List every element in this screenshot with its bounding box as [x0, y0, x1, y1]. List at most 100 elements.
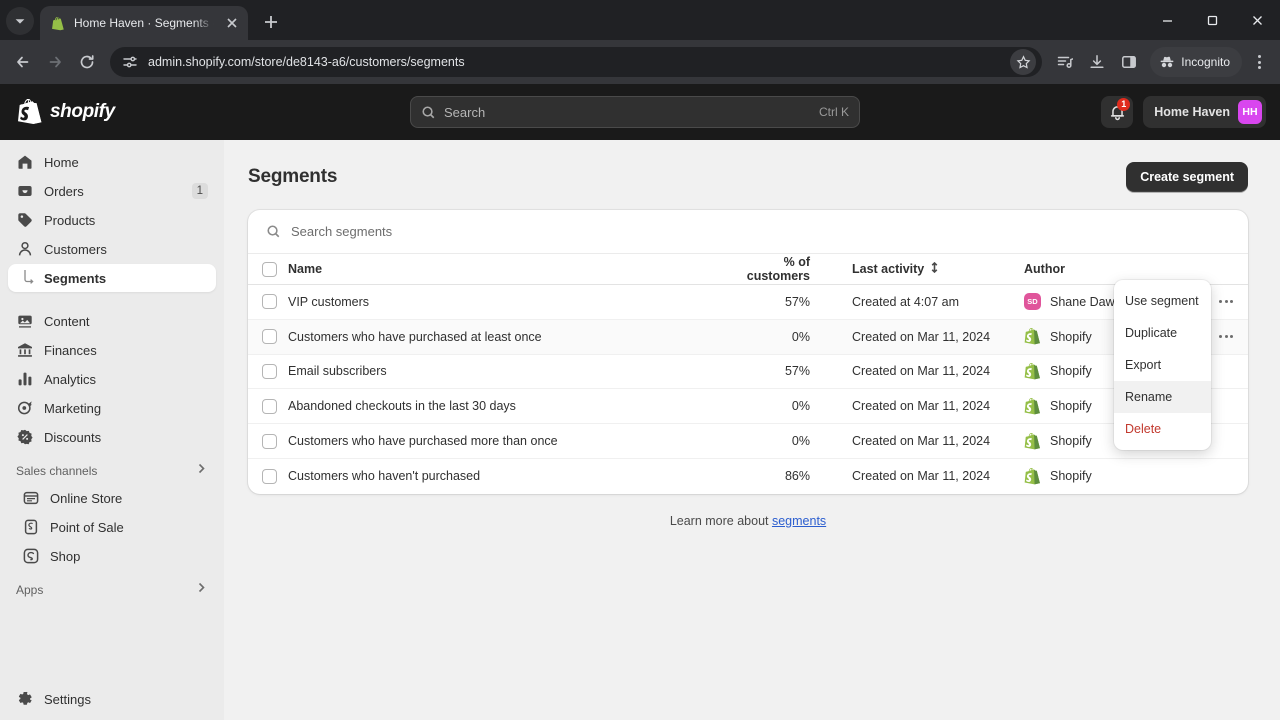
tab-close-icon[interactable] — [222, 13, 242, 33]
menu-item-duplicate[interactable]: Duplicate — [1114, 317, 1211, 349]
bookmark-star-icon[interactable] — [1010, 49, 1037, 75]
address-bar[interactable]: admin.shopify.com/store/de8143-a6/custom… — [110, 47, 1043, 77]
sidebar-item-shop[interactable]: Shop — [8, 542, 216, 570]
menu-item-export[interactable]: Export — [1114, 349, 1211, 381]
side-panel-icon[interactable] — [1114, 47, 1144, 77]
reading-list-icon[interactable] — [1050, 47, 1080, 77]
window-maximize-button[interactable] — [1190, 0, 1235, 40]
sidebar-label: Point of Sale — [50, 519, 124, 535]
table-row[interactable]: Customers who have purchased at least on… — [248, 319, 1248, 355]
sidebar-item-home[interactable]: Home — [8, 148, 216, 176]
sidebar-item-point-of-sale[interactable]: Point of Sale — [8, 513, 216, 541]
shopify-logo[interactable]: shopify — [14, 98, 254, 125]
sidebar-label: Finances — [44, 342, 97, 358]
table-row[interactable]: Customers who haven't purchased 86% Create… — [248, 459, 1248, 494]
store-avatar: HH — [1238, 100, 1262, 124]
incognito-indicator[interactable]: Incognito — [1150, 47, 1242, 77]
create-segment-button[interactable]: Create segment — [1126, 162, 1248, 192]
sidebar-label: Orders — [44, 183, 84, 199]
column-header-last-activity[interactable]: Last activity — [814, 261, 1024, 276]
sidebar-item-discounts[interactable]: Discounts — [8, 423, 216, 451]
window-minimize-button[interactable] — [1145, 0, 1190, 40]
segment-name[interactable]: Customers who have purchased at least on… — [286, 330, 722, 344]
column-header-author[interactable]: Author — [1024, 262, 1204, 276]
segment-last-activity: Created on Mar 11, 2024 — [852, 434, 991, 449]
table-row[interactable]: Abandoned checkouts in the last 30 days 0… — [248, 389, 1248, 425]
analytics-bars-icon — [16, 370, 34, 388]
shopify-bag-icon — [18, 98, 42, 125]
browser-toolbar: admin.shopify.com/store/de8143-a6/custom… — [0, 40, 1280, 84]
table-row[interactable]: VIP customers 57% Created at 4:07 am SD Shan… — [248, 285, 1248, 320]
global-search-placeholder: Search — [444, 104, 486, 120]
download-icon[interactable] — [1082, 47, 1112, 77]
reload-icon[interactable] — [72, 47, 102, 77]
row-checkbox[interactable] — [248, 398, 286, 414]
sidebar-item-products[interactable]: Products — [8, 206, 216, 234]
sidebar-item-customers[interactable]: Customers — [8, 235, 216, 263]
browser-menu-icon[interactable] — [1246, 47, 1272, 77]
segments-help-link[interactable]: segments — [772, 514, 826, 528]
tab-search-button[interactable] — [6, 7, 34, 35]
sidebar-section-sales-channels[interactable]: Sales channels — [8, 458, 216, 484]
segment-percent: 86% — [784, 469, 810, 484]
row-checkbox[interactable] — [248, 433, 286, 449]
sidebar-item-marketing[interactable]: Marketing — [8, 394, 216, 422]
segment-author-name: Shopify — [1050, 399, 1092, 414]
global-search-input[interactable]: Search Ctrl K — [410, 96, 860, 128]
sort-arrows-icon[interactable] — [929, 261, 940, 276]
sidebar-item-online-store[interactable]: Online Store — [8, 484, 216, 512]
segment-name[interactable]: Abandoned checkouts in the last 30 days — [286, 399, 722, 413]
store-switcher-button[interactable]: Home Haven HH — [1143, 96, 1266, 128]
segment-author-name: Shopify — [1050, 329, 1092, 344]
menu-item-delete[interactable]: Delete — [1114, 413, 1211, 445]
home-icon — [16, 153, 34, 171]
segment-name[interactable]: Customers who have purchased more than o… — [286, 434, 722, 448]
menu-item-rename[interactable]: Rename — [1114, 381, 1211, 413]
segment-name[interactable]: VIP customers — [286, 295, 722, 309]
segment-name[interactable]: Email subscribers — [286, 364, 722, 378]
sidebar-item-content[interactable]: Content — [8, 307, 216, 335]
segment-author-name: Shopify — [1050, 364, 1092, 379]
row-checkbox[interactable] — [248, 294, 286, 310]
select-all-checkbox[interactable] — [248, 261, 286, 277]
tab-title: Home Haven · Segments · Shop — [74, 16, 214, 30]
chevron-right-icon[interactable] — [195, 462, 208, 480]
shopify-bag-icon — [1024, 432, 1041, 450]
new-tab-button[interactable] — [257, 8, 285, 36]
table-row[interactable]: Customers who have purchased more than o… — [248, 424, 1248, 459]
back-icon[interactable] — [8, 47, 38, 77]
segment-last-activity: Created on Mar 11, 2024 — [852, 399, 991, 414]
column-header-percent[interactable]: % of customers — [722, 255, 814, 283]
notification-badge: 1 — [1117, 98, 1131, 111]
row-actions-button[interactable] — [1219, 300, 1233, 304]
segment-name[interactable]: Customers who haven't purchased — [286, 469, 722, 483]
segment-percent: 0% — [791, 399, 810, 414]
site-settings-icon[interactable] — [122, 54, 138, 70]
row-checkbox[interactable] — [248, 468, 286, 484]
chevron-right-icon[interactable] — [195, 581, 208, 599]
sidebar-item-analytics[interactable]: Analytics — [8, 365, 216, 393]
row-actions-button[interactable] — [1219, 335, 1233, 339]
window-close-button[interactable] — [1235, 0, 1280, 40]
menu-item-use-segment[interactable]: Use segment — [1114, 285, 1211, 317]
segments-search-input[interactable]: Search segments — [248, 210, 1248, 254]
browser-tab-strip: Home Haven · Segments · Shop — [0, 0, 1280, 40]
sidebar-item-settings[interactable]: Settings — [8, 685, 216, 713]
column-header-name[interactable]: Name — [286, 262, 722, 276]
table-row[interactable]: Email subscribers 57% Created on Mar 11, 2… — [248, 355, 1248, 390]
segment-last-activity: Created on Mar 11, 2024 — [852, 329, 991, 344]
notifications-button[interactable]: 1 — [1101, 96, 1134, 128]
segment-percent: 0% — [791, 434, 810, 449]
browser-tab[interactable]: Home Haven · Segments · Shop — [40, 6, 248, 40]
point-of-sale-icon — [22, 518, 40, 536]
sidebar-item-orders[interactable]: Orders 1 — [8, 177, 216, 205]
shopify-bag-icon — [1024, 328, 1041, 345]
sidebar-item-segments[interactable]: Segments — [8, 264, 216, 292]
sidebar-label: Products — [44, 212, 96, 228]
row-checkbox[interactable] — [248, 329, 286, 345]
row-checkbox[interactable] — [248, 363, 286, 379]
sidebar-label: Discounts — [44, 429, 102, 445]
app-body: Home Orders 1 Products Customers Segment… — [0, 140, 1280, 720]
sidebar-item-finances[interactable]: Finances — [8, 336, 216, 364]
sidebar-section-apps[interactable]: Apps — [8, 577, 216, 603]
